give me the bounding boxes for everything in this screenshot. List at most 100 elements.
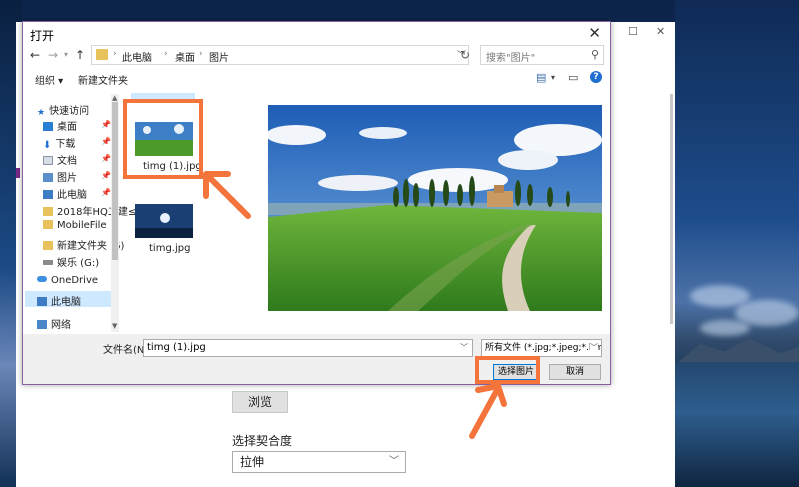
document-icon xyxy=(43,156,53,165)
close-icon[interactable]: ✕ xyxy=(588,24,601,42)
nav-item-downloads[interactable]: ⬇ 下载 xyxy=(43,135,76,151)
nav-item-quick-access[interactable]: ★ 快速访问 xyxy=(37,102,90,118)
dialog-title: 打开 xyxy=(30,29,55,43)
back-arrow-icon[interactable]: ← xyxy=(30,48,40,62)
breadcrumb-item[interactable]: 此电脑 xyxy=(122,49,152,64)
new-folder-button[interactable]: 新建文件夹 xyxy=(78,72,128,87)
fit-mode-value: 拉伸 xyxy=(240,455,265,469)
nav-item-label: 文档 xyxy=(57,156,77,167)
computer-icon xyxy=(43,190,53,199)
chevron-down-icon[interactable]: ▾ xyxy=(551,73,555,82)
desktop-icon xyxy=(43,122,53,131)
chevron-down-icon: ﹀ xyxy=(590,340,598,356)
maximize-icon[interactable]: ☐ xyxy=(628,25,638,38)
filename-value: timg (1).jpg xyxy=(147,342,206,353)
nav-item-this-pc-root[interactable]: 此电脑 xyxy=(37,293,81,308)
nav-pane-scroll-thumb[interactable] xyxy=(112,102,118,260)
chevron-down-icon: ﹀ xyxy=(389,456,399,467)
nav-item-drive[interactable]: 娱乐 (G:) xyxy=(43,254,99,269)
browse-button[interactable]: 浏览 xyxy=(232,391,288,413)
help-icon[interactable]: ? xyxy=(590,71,602,83)
navigation-bar: ← → ▾ ↑ › 此电脑 › 桌面 › 图片 ﹀ ↻ 搜索"图片" ⚲ xyxy=(23,45,610,67)
view-options-icon[interactable]: ▤ xyxy=(536,71,546,84)
nav-item-label: MobileFile xyxy=(57,220,107,231)
computer-icon xyxy=(37,297,47,306)
download-icon: ⬇ xyxy=(43,140,52,151)
fit-mode-select[interactable]: 拉伸 ﹀ xyxy=(232,451,406,473)
recent-dropdown-icon[interactable]: ▾ xyxy=(64,50,68,59)
nav-item-label: 网络 xyxy=(51,320,71,331)
pin-icon[interactable]: 📌 xyxy=(101,120,111,129)
nav-item-label: 此电脑 xyxy=(51,297,81,308)
scroll-up-icon[interactable]: ▲ xyxy=(112,94,117,102)
chevron-down-icon[interactable]: ﹀ xyxy=(460,340,468,356)
landscape-preview-image xyxy=(268,105,602,311)
breadcrumb-separator: › xyxy=(164,49,168,59)
filetype-value: 所有文件 (*.jpg;*.jpeg;*.bmp;*. xyxy=(485,343,601,353)
folder-icon xyxy=(96,49,108,60)
desktop-water xyxy=(675,362,799,487)
highlight-selected-file xyxy=(123,99,203,179)
pin-icon[interactable]: 📌 xyxy=(101,171,111,180)
preview-pane-icon[interactable]: ▭ xyxy=(568,71,578,84)
fit-mode-label: 选择契合度 xyxy=(232,434,293,448)
nav-item-label: 娱乐 (G:) xyxy=(57,258,100,269)
pin-icon[interactable]: 📌 xyxy=(101,137,111,146)
picture-icon xyxy=(43,173,53,182)
nav-item-label: 2018年HQ二建≤ xyxy=(57,207,137,218)
breadcrumb-separator: › xyxy=(199,49,203,59)
image-preview xyxy=(268,105,602,311)
search-placeholder: 搜索"图片" xyxy=(486,53,536,64)
nav-item-label: 快速访问 xyxy=(49,106,90,117)
search-icon: ⚲ xyxy=(590,48,599,61)
breadcrumb-item[interactable]: 图片 xyxy=(209,49,229,64)
search-input[interactable]: 搜索"图片" ⚲ xyxy=(480,45,604,65)
arrow-to-file xyxy=(203,171,251,219)
breadcrumb-separator: › xyxy=(113,49,117,59)
cancel-button[interactable]: 取消 xyxy=(549,364,601,380)
nav-item-pictures[interactable]: 图片 xyxy=(43,169,77,184)
filename-input[interactable]: timg (1).jpg ﹀ xyxy=(143,339,473,357)
nav-item-label: 图片 xyxy=(57,173,77,184)
folder-icon xyxy=(43,220,53,229)
nav-item-documents[interactable]: 文档 xyxy=(43,152,77,167)
parent-accent-mark xyxy=(16,168,20,178)
pin-icon[interactable]: 📌 xyxy=(101,188,111,197)
up-arrow-icon[interactable]: ↑ xyxy=(75,48,85,62)
nav-item-network[interactable]: 网络 xyxy=(37,316,71,331)
command-bar: 组织 ▾ 新建文件夹 ▤ ▾ ▭ ? xyxy=(23,68,610,88)
forward-arrow-icon[interactable]: → xyxy=(48,48,58,62)
organize-button[interactable]: 组织 ▾ xyxy=(35,72,63,87)
close-icon[interactable]: ✕ xyxy=(656,25,665,38)
nav-item-label: OneDrive xyxy=(51,275,99,286)
nav-item-label: 此电脑 xyxy=(57,190,87,201)
file-name[interactable]: timg.jpg xyxy=(149,243,190,254)
parent-scrollbar[interactable] xyxy=(670,94,673,324)
night-thumbnail xyxy=(135,204,193,238)
network-icon xyxy=(37,320,47,329)
nav-item-label: 下载 xyxy=(55,139,76,150)
filetype-select[interactable]: 所有文件 (*.jpg;*.jpeg;*.bmp;*. ﹀ xyxy=(481,339,602,357)
nav-item-onedrive[interactable]: OneDrive xyxy=(37,275,98,286)
arrow-to-button xyxy=(469,383,507,439)
address-bar[interactable]: › 此电脑 › 桌面 › 图片 ﹀ xyxy=(91,45,469,65)
nav-item-this-pc[interactable]: 此电脑 xyxy=(43,186,87,201)
file-thumbnail-timg[interactable] xyxy=(135,204,193,238)
drive-icon xyxy=(43,260,53,265)
parent-window-controls: ☐ ✕ xyxy=(612,22,675,42)
star-icon: ★ xyxy=(37,108,46,118)
refresh-icon[interactable]: ↻ xyxy=(460,48,470,62)
scroll-down-icon[interactable]: ▼ xyxy=(112,322,117,330)
folder-icon xyxy=(43,241,53,250)
cloud-icon xyxy=(37,276,47,282)
folder-icon xyxy=(43,207,53,216)
desktop-cloud xyxy=(700,320,750,336)
breadcrumb-item[interactable]: 桌面 xyxy=(175,49,195,64)
nav-item-folder[interactable]: 2018年HQ二建≤ xyxy=(43,203,136,218)
navigation-pane: ★ 快速访问 桌面 📌 ⬇ 下载 📌 文档 📌 图片 📌 此电脑 📌 2018年HQ… xyxy=(23,92,136,332)
open-file-dialog: 打开 ✕ ← → ▾ ↑ › 此电脑 › 桌面 › 图片 ﹀ ↻ 搜索"图片" … xyxy=(22,21,611,385)
pin-icon[interactable]: 📌 xyxy=(101,154,111,163)
nav-item-folder[interactable]: MobileFile xyxy=(43,220,107,231)
nav-item-desktop[interactable]: 桌面 xyxy=(43,118,77,133)
desktop-cloud xyxy=(690,285,750,307)
